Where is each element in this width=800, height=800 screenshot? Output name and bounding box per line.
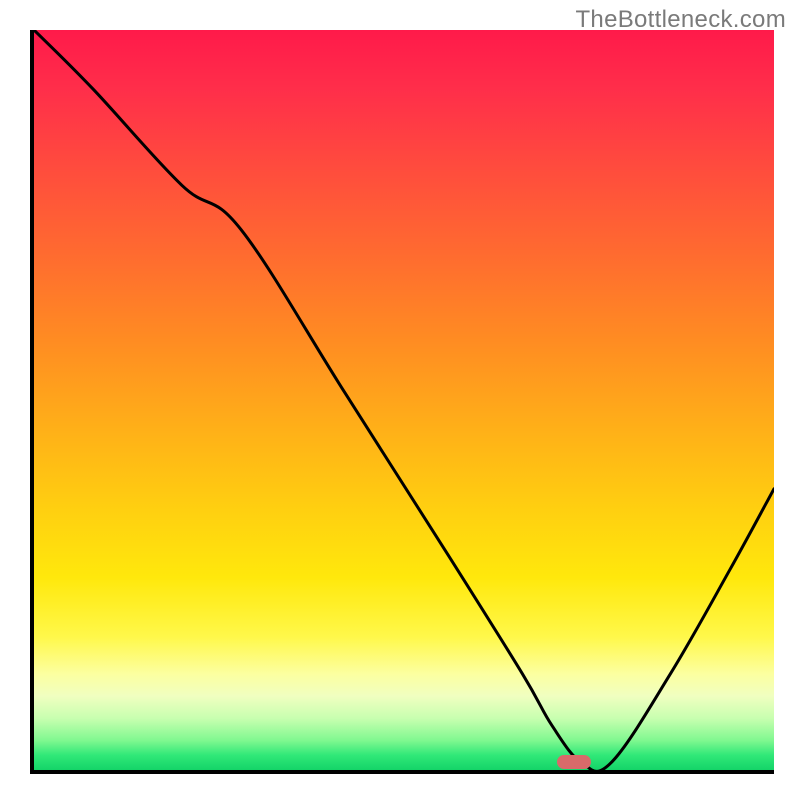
min-marker — [557, 755, 591, 769]
watermark-text: TheBottleneck.com — [575, 6, 786, 34]
bottleneck-curve — [34, 30, 774, 770]
plot-area — [30, 30, 774, 774]
chart-container: TheBottleneck.com — [0, 0, 800, 800]
